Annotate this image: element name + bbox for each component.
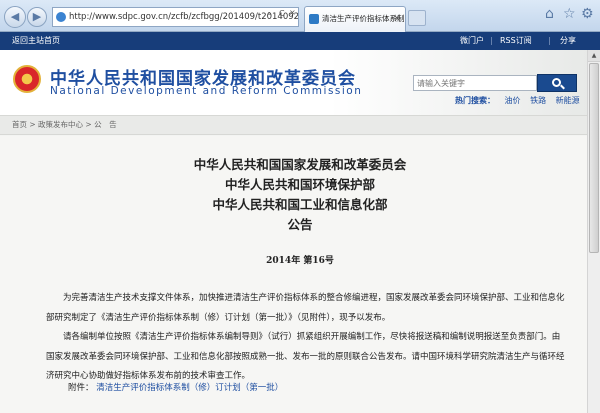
hot-search-label: 热门搜索： [455,96,495,105]
home-icon[interactable]: ⌂ [545,6,554,22]
doc-heading-miit: 中华人民共和国工业和信息化部 [212,197,388,212]
attachment-label: 附件： [68,383,94,393]
topbar-separator: | [548,36,551,45]
forward-arrow-icon[interactable]: ▶ [27,7,47,27]
search-input[interactable] [413,75,537,91]
tab-close-icon[interactable]: × [393,7,401,31]
breadcrumb[interactable]: 首页 > 政策发布中心 > 公 告 [0,115,600,135]
page-favicon-icon [56,12,66,22]
settings-gear-icon[interactable]: ⚙ [581,6,594,22]
new-tab-button[interactable] [408,10,426,26]
topbar-separator: | [490,36,493,45]
share-link[interactable]: 分享 [560,32,576,50]
site-title-en: National Development and Reform Commissi… [50,85,363,97]
back-arrow-icon[interactable]: ◀ [4,6,26,28]
paragraph-1: 为完善清洁生产技术支撑文件体系，加快推进清洁生产评价指标体系的整合修编进程，国家… [46,293,565,323]
tab-favicon-icon [309,14,319,24]
site-header: 中华人民共和国国家发展和改革委员会 National Development a… [0,50,600,115]
site-topbar: 返回主站首页 微门户 | RSS订阅 | 分享 [0,32,600,50]
favorites-star-icon[interactable]: ☆ [563,6,576,22]
stop-icon[interactable]: × [289,8,296,17]
attachment: 附件： 清洁生产评价指标体系制（修）订计划（第一批） [68,381,283,393]
attachment-link[interactable]: 清洁生产评价指标体系制（修）订计划（第一批） [96,383,283,393]
national-emblem-logo [13,65,41,93]
doc-number: 2014年 第16号 [266,256,334,266]
weibo-link[interactable]: 微门户 [460,32,484,50]
hot-search-item[interactable]: 铁路 [530,96,546,105]
search-button[interactable] [537,74,577,92]
scroll-up-icon[interactable]: ▲ [588,50,600,62]
vertical-scrollbar[interactable]: ▲ [587,50,600,413]
hot-search-item[interactable]: 新能源 [556,96,580,105]
browser-toolbar: ◀ ▶ http://www.sdpc.gov.cn/zcfb/zcfbgg/2… [0,0,600,32]
browser-tab[interactable]: 清洁生产评价指标体系制(... × [304,6,406,32]
paragraph-2: 请各编制单位按照《清洁生产评价指标体系编制导则》（试行）抓紧组织开展编制工作，尽… [46,332,565,381]
scrollbar-thumb[interactable] [589,63,599,253]
address-bar[interactable]: http://www.sdpc.gov.cn/zcfb/zcfbgg/20140… [52,7,299,27]
doc-heading-mep: 中华人民共和国环境保护部 [224,177,375,192]
hot-search-item[interactable]: 油价 [505,96,521,105]
address-url: http://www.sdpc.gov.cn/zcfb/zcfbgg/20140… [69,12,299,22]
back-home-link[interactable]: 返回主站首页 [12,32,60,50]
refresh-icon[interactable]: C [279,9,285,18]
rss-link[interactable]: RSS订阅 [500,32,532,50]
doc-heading-ndrc: 中华人民共和国国家发展和改革委员会 [193,157,407,172]
doc-heading-notice: 公告 [287,217,313,232]
hot-searches: 热门搜索： 油价 铁路 新能源 [455,95,587,106]
address-search-icon[interactable]: ⌕ [267,9,271,19]
